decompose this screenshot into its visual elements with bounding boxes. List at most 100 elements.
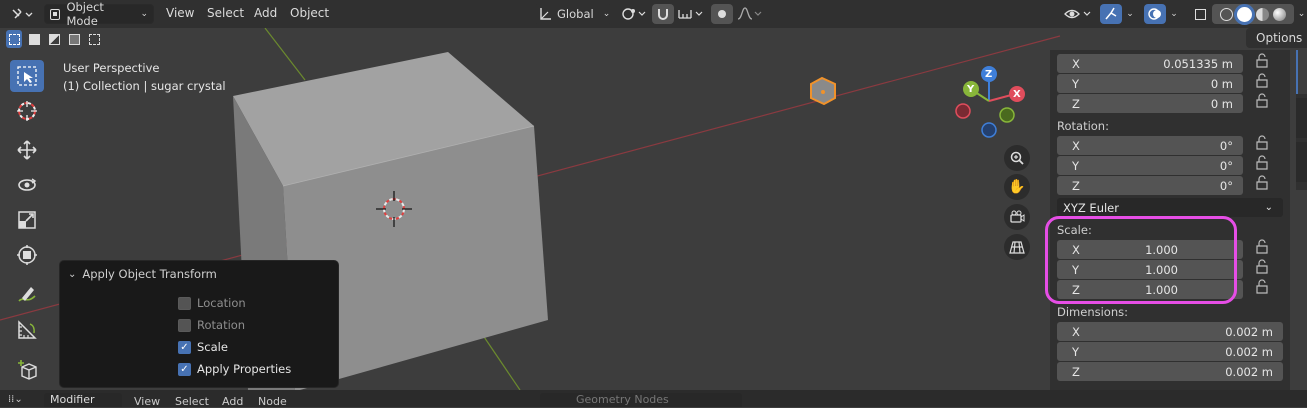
checkmark-icon[interactable]: ✓ [178,362,191,376]
cursor-tool[interactable] [10,95,44,127]
perspective-label: User Perspective [63,61,160,75]
rotate-tool[interactable] [10,169,44,201]
lock-icon [1256,53,1268,68]
chevron-down-icon: ⌄ [1170,9,1178,19]
cursor-icon [17,101,37,121]
rendered-shading-icon[interactable] [1273,7,1286,21]
orientation-dropdown[interactable]: Global ⌄ [534,4,612,24]
viewport-header: Object Mode ⌄ View Select Add Object Glo… [0,0,1307,28]
tab-item[interactable] [1296,50,1307,94]
checkbox-box[interactable] [178,296,191,310]
select-intersect-icon[interactable] [86,30,102,48]
menu-select[interactable]: Select [207,6,244,20]
modifier-dropdown[interactable]: Modifier [44,393,122,407]
snap-toggle[interactable] [652,4,674,24]
select-box-icon [17,66,37,86]
node-tree-selector[interactable]: Geometry Nodes [540,393,742,407]
checkbox-label: Location [197,296,246,310]
lock-icon [1256,175,1268,190]
menu-view[interactable]: View [166,6,194,20]
overlays-dropdown[interactable]: ⌄ [1166,4,1182,24]
zoom-icon [1010,151,1024,165]
select-extend-icon[interactable] [26,30,42,48]
rotate-icon [18,178,37,191]
shading-dropdown[interactable]: ⌄ [1296,4,1307,24]
orientation-label: Global [557,7,594,21]
editor-type-icon[interactable]: ⁞⁞⌄ [8,394,36,407]
gizmo-x-label: X [1013,89,1021,100]
tab-tool[interactable] [1296,98,1307,138]
scale-tool[interactable] [10,204,44,236]
menu-object[interactable]: Object [290,6,329,20]
scale-checkbox[interactable]: ✓ Scale [178,340,228,354]
tool-shelf [6,60,46,390]
zoom-button[interactable] [1004,145,1030,171]
apply-transform-panel: ⌄ Apply Object Transform Location Rotati… [59,260,339,388]
wireframe-shading-icon[interactable] [1220,7,1233,21]
transform-tool[interactable] [10,239,44,271]
sidebar-tabs [1296,50,1307,190]
menu-select[interactable]: Select [175,395,209,408]
editor-type-button[interactable] [6,4,38,24]
apply-properties-checkbox[interactable]: ✓ Apply Properties [178,362,291,376]
proportional-edit-toggle[interactable] [711,4,733,24]
object-mode-icon [50,8,61,20]
magnet-icon [658,9,668,20]
xray-toggle[interactable] [1190,4,1210,24]
camera-view-button[interactable] [1004,204,1030,230]
chevron-down-icon: ⌄ [1126,9,1134,19]
select-box-tool[interactable] [10,60,44,92]
move-tool[interactable] [10,134,44,166]
panel-header[interactable]: ⌄ Apply Object Transform [68,267,217,281]
scale-highlight [1045,216,1237,304]
annotate-tool[interactable] [10,279,44,311]
menu-add[interactable]: Add [222,395,243,408]
chevron-down-icon: ⌄ [68,268,77,280]
checkbox-box[interactable] [178,318,191,332]
pivot-icon [622,8,646,20]
solid-shading-icon[interactable] [1237,6,1252,22]
mode-label: Object Mode [66,0,104,28]
options-button[interactable]: Options [1246,28,1307,48]
panel-title: Apply Object Transform [82,267,217,281]
transform-orientation-icon [540,8,551,20]
y-axis-line [264,28,306,81]
perspective-toggle-button[interactable] [1004,234,1030,260]
editor-type-icon [12,8,33,19]
pan-button[interactable]: ✋ [1004,174,1030,200]
pivot-point-button[interactable] [618,4,650,24]
material-shading-icon[interactable] [1256,7,1269,21]
location-checkbox[interactable]: Location [178,296,246,310]
gizmo-y-label: Y [967,84,975,95]
camera-icon [1010,210,1025,223]
select-new-icon[interactable] [6,30,22,48]
ruler-icon [18,320,37,339]
gizmo-toggle[interactable] [1100,4,1122,24]
select-subtract-icon[interactable] [46,30,62,48]
snap-target-dropdown[interactable] [676,4,706,24]
visibility-dropdown[interactable] [1062,4,1096,24]
proportional-edit-icon [718,10,726,18]
rotation-checkbox[interactable]: Rotation [178,318,245,332]
menu-add[interactable]: Add [254,6,277,20]
measure-tool[interactable] [10,314,44,346]
select-invert-icon[interactable] [66,30,82,48]
mode-dropdown[interactable]: Object Mode ⌄ [44,0,154,28]
checkmark-icon[interactable]: ✓ [178,340,191,354]
checkbox-label: Rotation [197,318,246,332]
eye-icon [1064,9,1091,19]
collection-label: (1) Collection | sugar crystal [63,79,226,93]
lock-icon [1256,279,1268,294]
menu-node[interactable]: Node [258,395,287,408]
overlays-toggle[interactable] [1144,4,1166,24]
move-icon [17,140,37,160]
menu-view[interactable]: View [134,395,160,408]
tab-view[interactable] [1296,142,1307,182]
gizmo-dropdown[interactable]: ⌄ [1122,4,1138,24]
node-editor-header: ⁞⁞⌄ Modifier View Select Add Node Geomet… [0,390,1307,408]
falloff-dropdown[interactable] [735,4,763,24]
lock-icon [1256,155,1268,170]
grid-icon [1009,241,1025,254]
snap-increment-icon [678,10,703,19]
add-cube-tool[interactable] [10,354,44,386]
